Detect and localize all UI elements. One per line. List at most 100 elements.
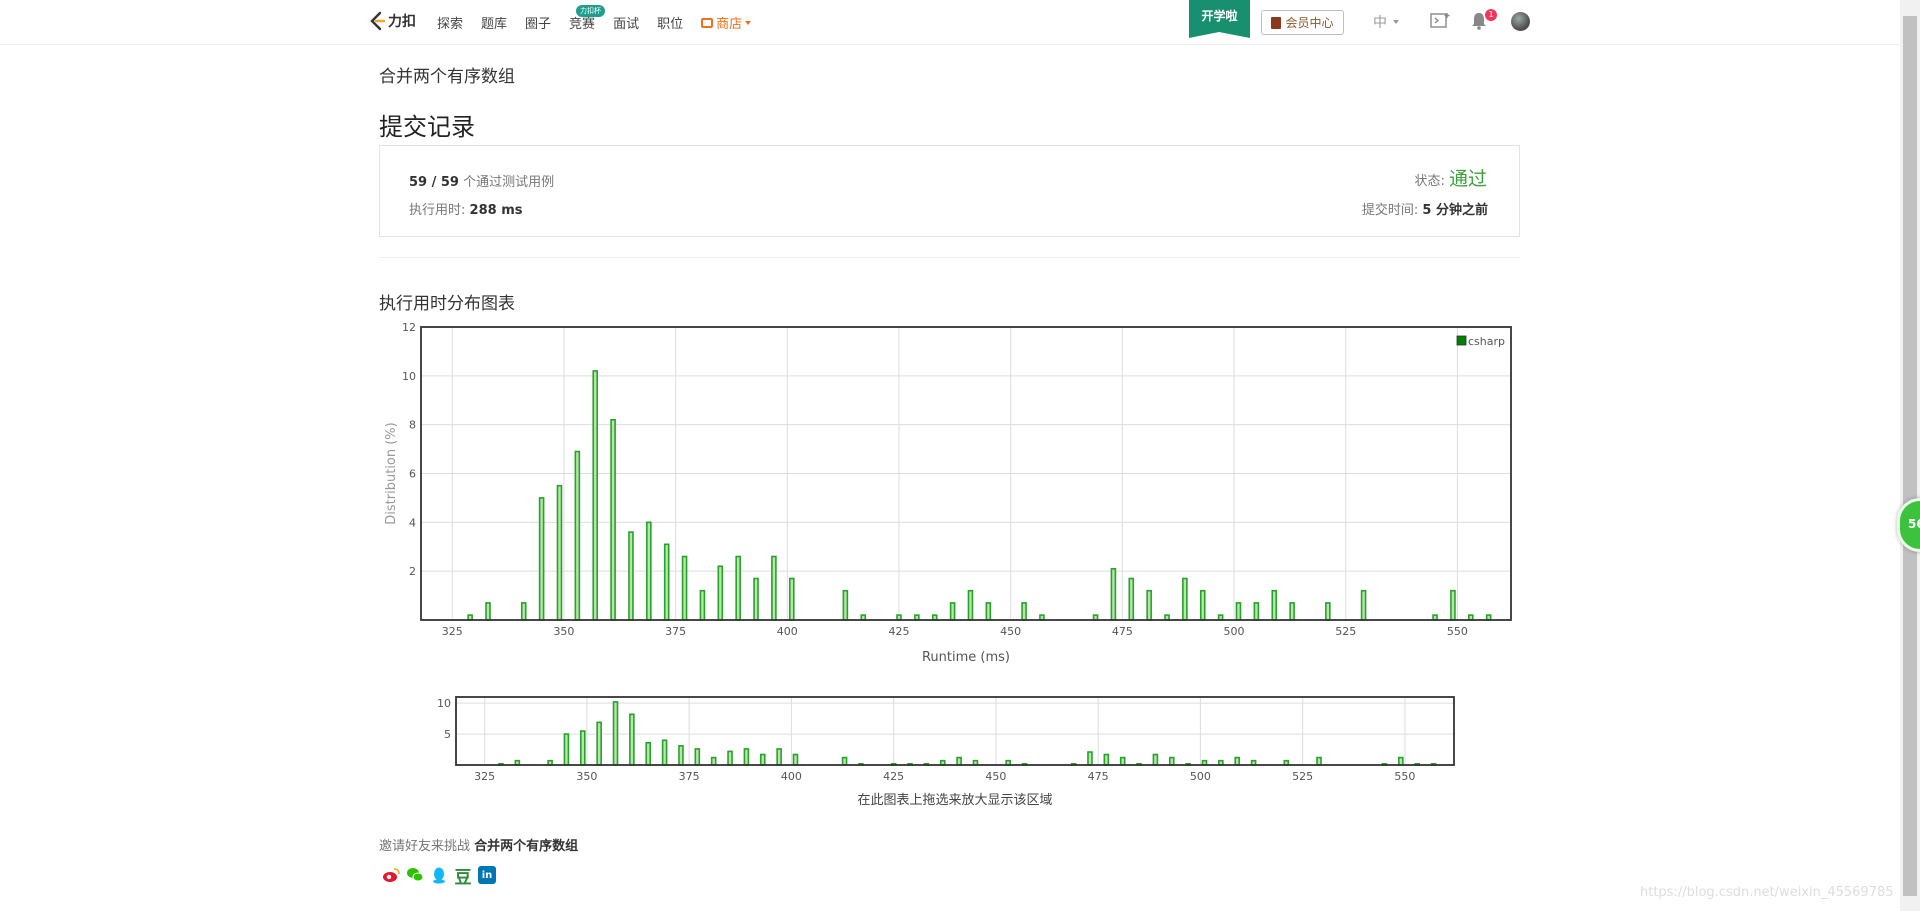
chart-bar (967, 589, 974, 621)
x-tick-label: 525 (1292, 770, 1313, 783)
leetcode-logo[interactable]: 力扣 (369, 11, 416, 31)
chart-bar (628, 531, 634, 621)
chart-bar (1119, 756, 1126, 766)
y-tick-label: 12 (402, 322, 416, 334)
contest-badge: 力扣杯 (576, 5, 606, 17)
x-tick-label: 425 (883, 770, 904, 783)
vip-center-button[interactable]: 会员中心 (1261, 10, 1344, 35)
nav-explore[interactable]: 探索 (437, 13, 463, 32)
chart-bar (759, 753, 766, 766)
shop-icon (701, 17, 714, 28)
chart-bar (629, 713, 635, 766)
submission-result-card: 59 / 59 个通过测试用例 执行用时: 288 ms 状态: 通过 提交时间… (379, 145, 1520, 237)
chart-bar (949, 602, 956, 621)
y-axis-label: Distribution (%) (384, 422, 399, 524)
chart-bar (1146, 589, 1152, 621)
x-tick-label: 525 (1335, 625, 1356, 638)
chart-bar (792, 753, 799, 766)
chart-bar (753, 577, 759, 621)
runtime-summary: 执行用时: 288 ms (409, 199, 522, 218)
chart-bar (485, 602, 491, 621)
chart-bar (596, 721, 602, 766)
language-label: 中 (1373, 15, 1387, 31)
x-tick-label: 450 (985, 770, 1006, 783)
x-tick-label: 500 (1190, 770, 1211, 783)
chart-bar (699, 589, 706, 621)
chart-bar (841, 756, 848, 766)
chart-bar (579, 730, 586, 766)
x-tick-label: 475 (1112, 625, 1133, 638)
wechat-icon[interactable] (406, 866, 424, 884)
notification-badge: 1 (1485, 9, 1497, 21)
vip-label: 会员中心 (1285, 16, 1334, 30)
y-tick-label: 6 (409, 468, 416, 481)
chart-bar (538, 497, 545, 621)
chart-bar (592, 370, 599, 621)
chart-bar (681, 555, 688, 621)
y-tick-label: 5 (444, 728, 451, 741)
x-tick-label: 325 (442, 625, 463, 638)
chart-bar (1110, 567, 1117, 621)
chart-bar (520, 602, 527, 621)
nav-contest-label: 竞赛 (569, 17, 596, 32)
promo-banner[interactable]: 开学啦 (1189, 0, 1250, 38)
runtime-label: 执行用时: (409, 203, 466, 218)
main-nav: 探索 题库 圈子 竞赛 力扣杯 面试 职位 商店 (437, 5, 769, 32)
y-tick-label: 10 (402, 370, 416, 383)
nav-shop-label: 商店 (716, 17, 743, 32)
divider (379, 257, 1520, 258)
chart-bar (1235, 602, 1242, 621)
chart-bar (788, 577, 795, 621)
submit-time-summary: 提交时间: 5 分钟之前 (1362, 199, 1488, 218)
playground-icon[interactable] (1430, 12, 1450, 30)
chart-bar (1182, 577, 1188, 621)
promo-label: 开学啦 (1201, 9, 1238, 23)
nav-circle[interactable]: 圈子 (525, 13, 551, 32)
y-tick-label: 10 (437, 697, 451, 710)
language-switch[interactable]: 中 (1373, 12, 1399, 32)
avatar[interactable] (1511, 12, 1530, 31)
scrollbar-thumb[interactable] (1903, 16, 1917, 896)
chart-bar (1450, 589, 1456, 621)
y-tick-label: 4 (409, 516, 416, 529)
x-tick-label: 550 (1447, 625, 1468, 638)
chart-bar (776, 748, 782, 766)
chart-bar (1253, 602, 1260, 621)
chart-bar (735, 555, 741, 621)
chart-bar (1360, 589, 1367, 621)
chart-bar (1087, 751, 1093, 766)
nav-interview[interactable]: 面试 (613, 13, 639, 32)
chart-bar (727, 750, 733, 766)
vip-icon (1271, 16, 1282, 29)
x-axis-label: Runtime (ms) (922, 650, 1010, 665)
chart-bar (842, 589, 849, 621)
runtime-chart-title: 执行用时分布图表 (379, 294, 515, 314)
x-tick-label: 425 (888, 625, 909, 638)
status-badge: 通过 (1448, 168, 1487, 190)
status-label: 状态: (1414, 174, 1445, 189)
leetcode-logo-icon (370, 11, 385, 31)
x-tick-label: 325 (474, 770, 495, 783)
invite-text: 邀请好友来挑战 合并两个有序数组 (379, 835, 578, 854)
nav-problems[interactable]: 题库 (481, 13, 507, 32)
douban-icon[interactable]: 豆 (454, 866, 472, 888)
legend-swatch (1456, 335, 1467, 346)
chart-bar (1398, 756, 1404, 766)
watermark: https://blog.csdn.net/weixin_45569785 (1640, 885, 1894, 900)
runtime-distribution-chart[interactable]: 325 350 375 400 425 450 475 500 525 550 2 4 6 8 10 12 Ru… (379, 322, 1520, 672)
chart-bar (574, 450, 581, 621)
chart-bar (1128, 577, 1135, 621)
chart-bar (710, 756, 717, 766)
qq-icon[interactable] (430, 866, 448, 884)
problem-title[interactable]: 合并两个有序数组 (379, 62, 515, 87)
chart-bar (1289, 602, 1295, 621)
nav-shop[interactable]: 商店 (701, 13, 752, 32)
nav-contest[interactable]: 竞赛 力扣杯 (569, 5, 606, 32)
cases-suffix: 个通过测试用例 (463, 175, 555, 190)
chart-bar (1325, 602, 1331, 621)
linkedin-icon[interactable]: in (478, 866, 496, 884)
nav-jobs[interactable]: 职位 (657, 13, 683, 32)
runtime-navigator-chart[interactable]: 325 350 375 400 425 450 475 500 525 550 5 10 在此图表上拖选… (420, 690, 1460, 810)
weibo-icon[interactable] (382, 866, 400, 884)
top-navbar: 力扣 探索 题库 圈子 竞赛 力扣杯 面试 职位 商店 开学啦 会员中心 中 1 (0, 0, 1900, 45)
